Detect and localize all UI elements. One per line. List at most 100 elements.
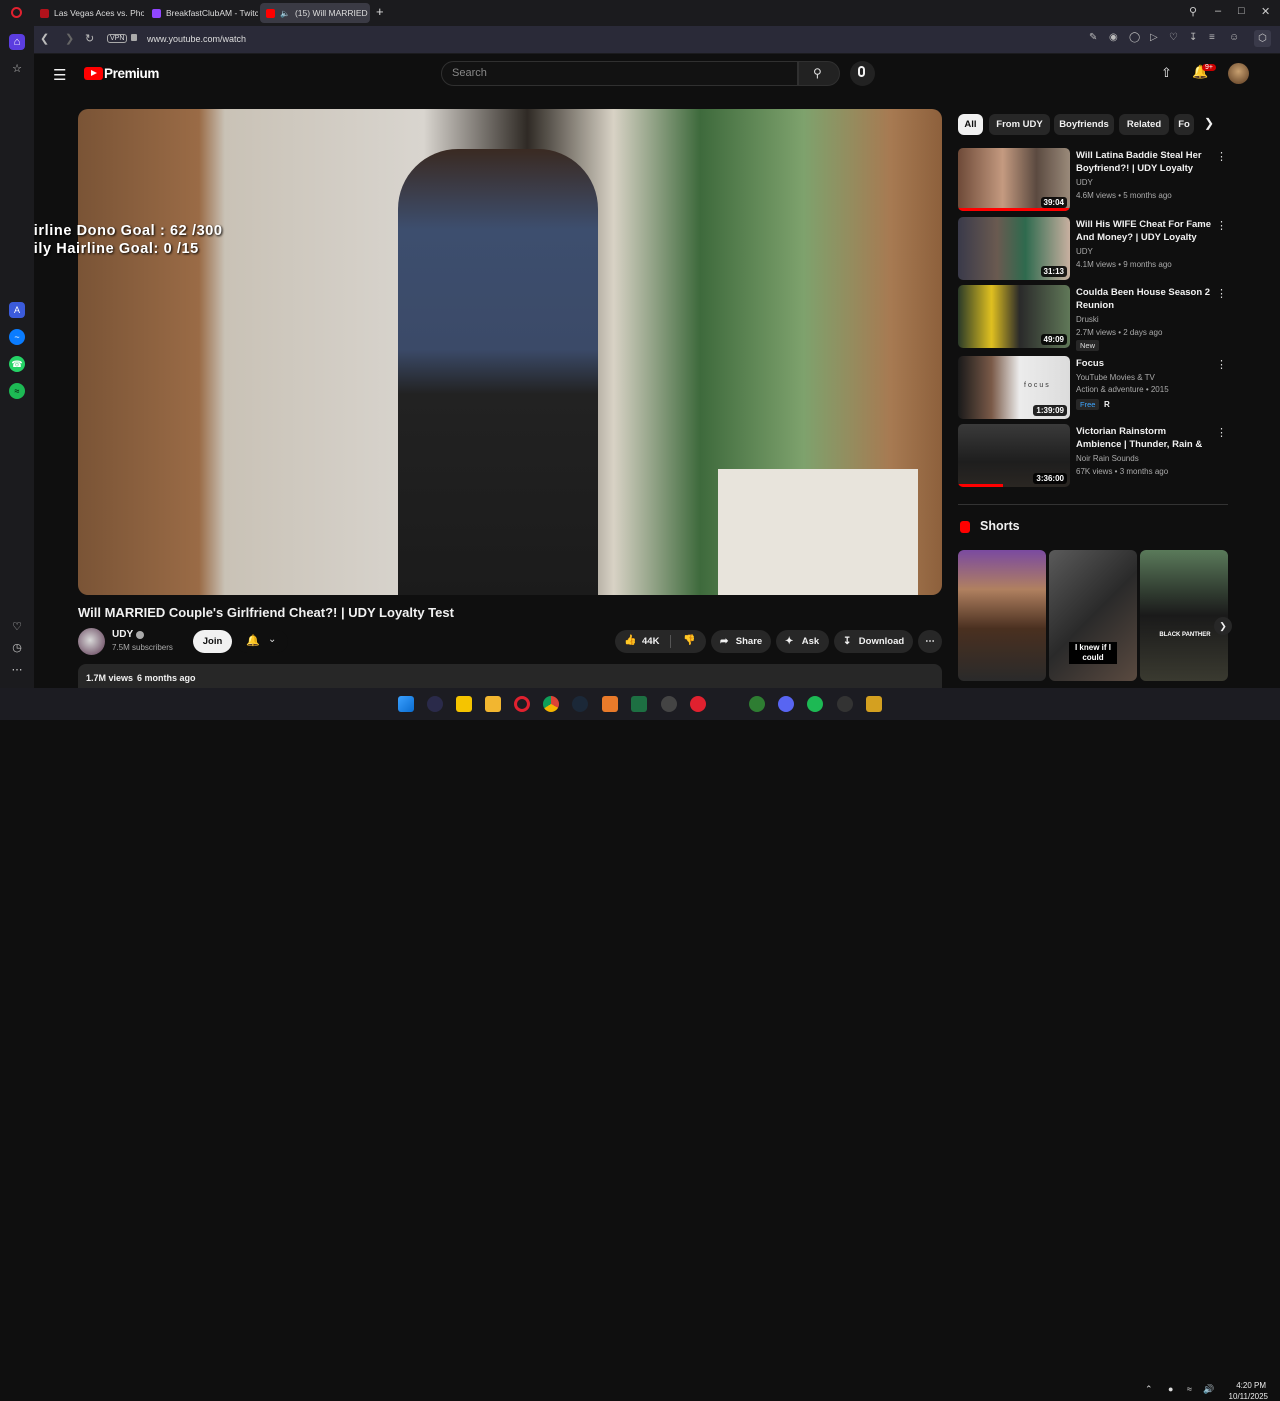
heart-icon[interactable]: ♡ — [1169, 32, 1178, 43]
widgets-icon[interactable] — [427, 696, 443, 712]
4k-app-icon[interactable] — [837, 696, 853, 712]
recommendation-channel[interactable]: YouTube Movies & TV — [1076, 373, 1155, 382]
dislike-button[interactable]: 👎 — [675, 630, 705, 653]
close-window-button[interactable]: ✕ — [1261, 5, 1270, 18]
recommendation-item[interactable]: 3:36:00 Victorian Rainstorm Ambience | T… — [958, 424, 1228, 488]
recommendation-thumbnail[interactable]: 3:36:00 — [958, 424, 1070, 487]
home-icon[interactable]: ⌂ — [9, 34, 25, 50]
recommendation-title[interactable]: Coulda Been House Season 2 Reunion — [1076, 286, 1212, 312]
recommendation-item[interactable]: 49:09 Coulda Been House Season 2 Reunion… — [958, 285, 1228, 351]
spotify-icon[interactable] — [807, 696, 823, 712]
recommendation-thumbnail[interactable]: 31:13 — [958, 217, 1070, 280]
whatsapp-icon[interactable]: ☎ — [9, 356, 25, 372]
chips-next-chevron-icon[interactable]: ❯ — [1204, 116, 1214, 130]
url-text[interactable]: www.youtube.com/watch — [147, 34, 246, 44]
app-icon[interactable] — [661, 696, 677, 712]
short-item[interactable]: I knew if I could — [1049, 550, 1137, 681]
discord-icon[interactable] — [778, 696, 794, 712]
forward-button[interactable]: ❯ — [65, 32, 74, 45]
minimize-button[interactable]: – — [1215, 5, 1221, 17]
upload-icon[interactable]: ⇧ — [1161, 65, 1172, 81]
star-icon[interactable]: ☆ — [9, 61, 25, 77]
search-button[interactable]: ⚲ — [798, 61, 840, 86]
more-icon[interactable]: ⋯ — [9, 662, 25, 678]
join-button[interactable]: Join — [193, 630, 232, 653]
extensions-icon[interactable]: ⬡ — [1254, 30, 1271, 47]
back-button[interactable]: ❮ — [40, 32, 49, 45]
description-box[interactable]: 1.7M views 6 months ago — [78, 664, 942, 688]
recommendation-title[interactable]: Focus — [1076, 357, 1212, 370]
clock-date[interactable]: 10/11/2025 — [1226, 1392, 1268, 1401]
windows-start-icon[interactable] — [398, 696, 414, 712]
search-input[interactable]: Search — [441, 61, 798, 86]
short-item[interactable] — [958, 550, 1046, 681]
recommendation-title[interactable]: Will His WIFE Cheat For Fame And Money? … — [1076, 218, 1212, 245]
tab-audio-icon[interactable]: 🔈 — [280, 9, 290, 18]
maximize-button[interactable]: □ — [1238, 5, 1245, 17]
chip-from-udy[interactable]: From UDY — [989, 114, 1050, 135]
reload-button[interactable]: ↻ — [85, 32, 94, 45]
messenger-icon[interactable]: ~ — [9, 329, 25, 345]
browser-tab-active[interactable]: 🔈 (15) Will MARRIED Co... — [260, 3, 370, 23]
vpn-badge[interactable]: VPN — [107, 34, 128, 43]
download-button[interactable]: ↧ Download — [834, 630, 913, 653]
browser-tab[interactable]: Las Vegas Aces vs. Phoenix — [34, 3, 144, 23]
recommendation-title[interactable]: Will Latina Baddie Steal Her Boyfriend?!… — [1076, 149, 1212, 176]
chrome-icon[interactable] — [543, 696, 559, 712]
chip-boyfriends[interactable]: Boyfriends — [1054, 114, 1114, 135]
channel-avatar[interactable] — [78, 628, 105, 655]
spotify-icon[interactable]: ≈ — [9, 383, 25, 399]
recommendation-thumbnail[interactable]: focus 1:39:09 — [958, 356, 1070, 419]
opera-gx-icon[interactable] — [690, 696, 706, 712]
recommendation-item[interactable]: 39:04 Will Latina Baddie Steal Her Boyfr… — [958, 148, 1228, 212]
app-icon[interactable] — [602, 696, 618, 712]
ask-button[interactable]: ✦ Ask — [776, 630, 829, 653]
subscribed-bell-button[interactable]: 🔔 ⌄ — [236, 630, 288, 653]
more-options-icon[interactable]: ⋮ — [1216, 287, 1227, 300]
user-avatar[interactable] — [1228, 63, 1249, 84]
recommendation-channel[interactable]: UDY — [1076, 178, 1093, 187]
profile-icon[interactable]: ☺ — [1229, 32, 1239, 43]
play-icon[interactable]: ▷ — [1150, 32, 1158, 43]
browser-tab[interactable]: BreakfastClubAM - Twitch — [146, 3, 258, 23]
short-item[interactable]: BLACK PANTHER — [1140, 550, 1228, 681]
youtube-logo-icon[interactable] — [84, 67, 103, 80]
menu-icon[interactable]: ≡ — [1209, 32, 1215, 43]
new-tab-button[interactable]: + — [376, 4, 384, 19]
share-button[interactable]: ➦ Share — [711, 630, 771, 653]
opera-icon[interactable] — [514, 696, 530, 712]
tray-chevron-icon[interactable]: ⌃ — [1145, 1384, 1153, 1395]
chip-related[interactable]: Related — [1119, 114, 1169, 135]
chip-all[interactable]: All — [958, 114, 983, 135]
shorts-next-button[interactable]: ❯ — [1214, 617, 1232, 635]
video-player[interactable] — [78, 109, 942, 595]
channel-name[interactable]: UDY — [112, 629, 133, 640]
search-tabs-icon[interactable]: ⚲ — [1189, 5, 1197, 18]
shield-icon[interactable]: ◯ — [1129, 32, 1140, 43]
download-icon[interactable]: ↧ — [1189, 32, 1197, 43]
xbox-icon[interactable] — [749, 696, 765, 712]
file-explorer-icon[interactable] — [485, 696, 501, 712]
like-button[interactable]: 👍 44K — [615, 630, 670, 653]
wifi-icon[interactable]: ≈ — [1187, 1384, 1192, 1394]
recommendation-item[interactable]: 31:13 Will His WIFE Cheat For Fame And M… — [958, 217, 1228, 281]
lock-icon[interactable] — [131, 34, 137, 41]
more-options-icon[interactable]: ⋮ — [1216, 219, 1227, 232]
steam-icon[interactable] — [572, 696, 588, 712]
more-options-icon[interactable]: ⋮ — [1216, 150, 1227, 163]
chip-more[interactable]: Fo — [1174, 114, 1194, 135]
edit-icon[interactable]: ✎ — [1089, 32, 1097, 43]
heart-icon[interactable]: ♡ — [9, 619, 25, 635]
recommendation-channel[interactable]: UDY — [1076, 247, 1093, 256]
aria-icon[interactable]: A — [9, 302, 25, 318]
camera-icon[interactable]: ◉ — [1109, 32, 1118, 43]
app-icon[interactable] — [866, 696, 882, 712]
more-options-icon[interactable]: ⋮ — [1216, 426, 1227, 439]
volume-icon[interactable]: 🔊 — [1203, 1384, 1214, 1395]
opera-logo-icon[interactable] — [11, 7, 22, 18]
clock-time[interactable]: 4:20 PM — [1226, 1381, 1266, 1390]
more-actions-button[interactable]: ⋯ — [918, 630, 942, 653]
recommendation-title[interactable]: Victorian Rainstorm Ambience | Thunder, … — [1076, 425, 1212, 452]
voice-search-button[interactable] — [850, 61, 875, 86]
sticky-notes-icon[interactable] — [456, 696, 472, 712]
